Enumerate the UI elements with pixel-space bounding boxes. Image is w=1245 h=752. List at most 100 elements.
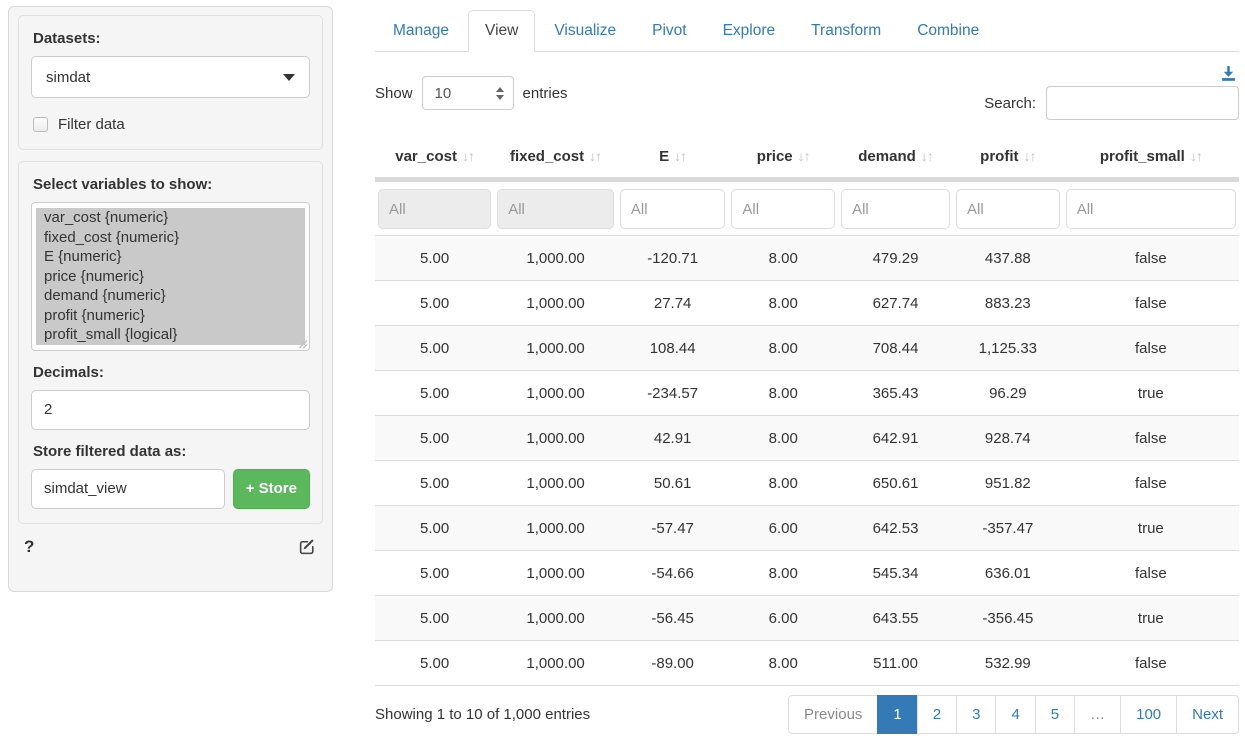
table-row: 5.001,000.0050.618.00650.61951.82false [375,461,1239,506]
table-cell: false [1063,236,1239,281]
column-filter-profit_small[interactable] [1066,189,1236,229]
table-cell: 642.91 [838,416,953,461]
entries-label: entries [523,85,568,102]
tab-visualize[interactable]: Visualize [537,10,633,52]
column-header-profit[interactable]: profit↓↑ [953,136,1063,180]
table-cell: 708.44 [838,326,953,371]
table-cell: 365.43 [838,371,953,416]
table-cell: 8.00 [728,461,838,506]
table-cell: 42.91 [617,416,728,461]
table-cell: 27.74 [617,281,728,326]
pagination-page-5[interactable]: 5 [1035,695,1075,734]
column-header-profit_small[interactable]: profit_small↓↑ [1063,136,1239,180]
table-cell: 1,125.33 [953,326,1063,371]
table-cell: 5.00 [375,596,494,641]
column-header-label: profit [980,148,1018,165]
table-row: 5.001,000.00-56.456.00643.55-356.45true [375,596,1239,641]
pagination-page-2[interactable]: 2 [917,695,957,734]
table-cell: true [1063,506,1239,551]
tab-explore[interactable]: Explore [706,10,793,52]
edit-report-icon[interactable] [298,537,317,556]
store-name-input[interactable] [31,469,225,509]
variable-option[interactable]: demand {numeric} [36,286,305,306]
filter-data-label: Filter data [58,116,125,133]
table-cell: 1,000.00 [494,506,617,551]
table-row: 5.001,000.00-57.476.00642.53-357.47true [375,506,1239,551]
filter-cell [728,180,838,236]
resize-handle[interactable] [297,338,308,349]
column-header-fixed_cost[interactable]: fixed_cost↓↑ [494,136,617,180]
tab-transform[interactable]: Transform [794,10,898,52]
store-button[interactable]: + Store [233,469,310,509]
column-filter-profit[interactable] [956,189,1060,229]
table-cell: 1,000.00 [494,461,617,506]
pagination-page-1[interactable]: 1 [877,695,917,734]
filter-data-checkbox[interactable] [33,117,48,132]
column-filter-price[interactable] [731,189,835,229]
column-filter-var_cost [378,189,491,229]
select-variables-label: Select variables to show: [33,176,310,193]
app: Datasets: simdat Filter data Select vari… [0,0,1245,734]
table-row: 5.001,000.00-89.008.00511.00532.99false [375,641,1239,686]
table-cell: 5.00 [375,236,494,281]
tab-combine[interactable]: Combine [900,10,996,52]
dataset-selected-value: simdat [46,69,90,86]
decimals-input[interactable] [31,390,310,430]
variable-option[interactable]: profit_small {logical} [36,325,305,345]
search-label: Search: [984,95,1036,112]
table-cell: -356.45 [953,596,1063,641]
table-cell: false [1063,641,1239,686]
tab-pivot[interactable]: Pivot [635,10,703,52]
variable-option[interactable]: profit {numeric} [36,306,305,326]
page-length-select[interactable]: 10 [422,76,514,110]
column-header-price[interactable]: price ↓↑ [728,136,838,180]
tab-manage[interactable]: Manage [376,10,466,52]
search-input[interactable] [1046,86,1239,120]
table-cell: 1,000.00 [494,326,617,371]
column-header-E[interactable]: E↓↑ [617,136,728,180]
table-row: 5.001,000.0027.748.00627.74883.23false [375,281,1239,326]
variable-option[interactable]: price {numeric} [36,267,305,287]
table-footer: Showing 1 to 10 of 1,000 entries Previou… [375,695,1239,734]
pagination-next[interactable]: Next [1176,695,1239,734]
data-table: var_cost↓↑fixed_cost↓↑E↓↑ price ↓↑ demand↓↑… [375,136,1239,686]
column-header-demand[interactable]: demand↓↑ [838,136,953,180]
table-cell: 511.00 [838,641,953,686]
download-icon[interactable] [1220,65,1237,82]
pagination-page-3[interactable]: 3 [956,695,996,734]
sort-icon: ↓↑ [798,148,810,164]
table-cell: 108.44 [617,326,728,371]
column-header-label: price [757,148,793,165]
column-header-var_cost[interactable]: var_cost↓↑ [375,136,494,180]
page-length-group: Show 10 entries [375,76,568,110]
filter-cell [494,180,617,236]
dataset-select[interactable]: simdat [31,56,310,98]
column-filter-demand[interactable] [841,189,950,229]
column-header-label: var_cost [395,148,457,165]
table-header-row: var_cost↓↑fixed_cost↓↑E↓↑ price ↓↑ demand↓↑… [375,136,1239,180]
variable-option[interactable]: fixed_cost {numeric} [36,228,305,248]
pagination-page-4[interactable]: 4 [995,695,1035,734]
store-row: + Store [31,469,310,509]
table-row: 5.001,000.0042.918.00642.91928.74false [375,416,1239,461]
table-cell: false [1063,551,1239,596]
table-cell: false [1063,326,1239,371]
table-cell: 643.55 [838,596,953,641]
filter-cell [375,180,494,236]
help-icon[interactable]: ? [24,537,34,557]
store-label: Store filtered data as: [33,443,310,460]
filter-cell [953,180,1063,236]
variable-option[interactable]: var_cost {numeric} [36,208,305,228]
table-cell: 5.00 [375,326,494,371]
filter-data-checkbox-row[interactable]: Filter data [33,116,310,133]
variable-option[interactable]: E {numeric} [36,247,305,267]
table-cell: 627.74 [838,281,953,326]
table-cell: 437.88 [953,236,1063,281]
table-cell: 1,000.00 [494,236,617,281]
variables-multiselect[interactable]: var_cost {numeric}fixed_cost {numeric}E … [31,202,310,351]
table-row: 5.001,000.00-234.578.00365.4396.29true [375,371,1239,416]
column-filter-E[interactable] [620,189,725,229]
pagination-page-100[interactable]: 100 [1120,695,1177,734]
tab-view[interactable]: View [468,10,535,52]
sidebar: Datasets: simdat Filter data Select vari… [8,6,333,592]
